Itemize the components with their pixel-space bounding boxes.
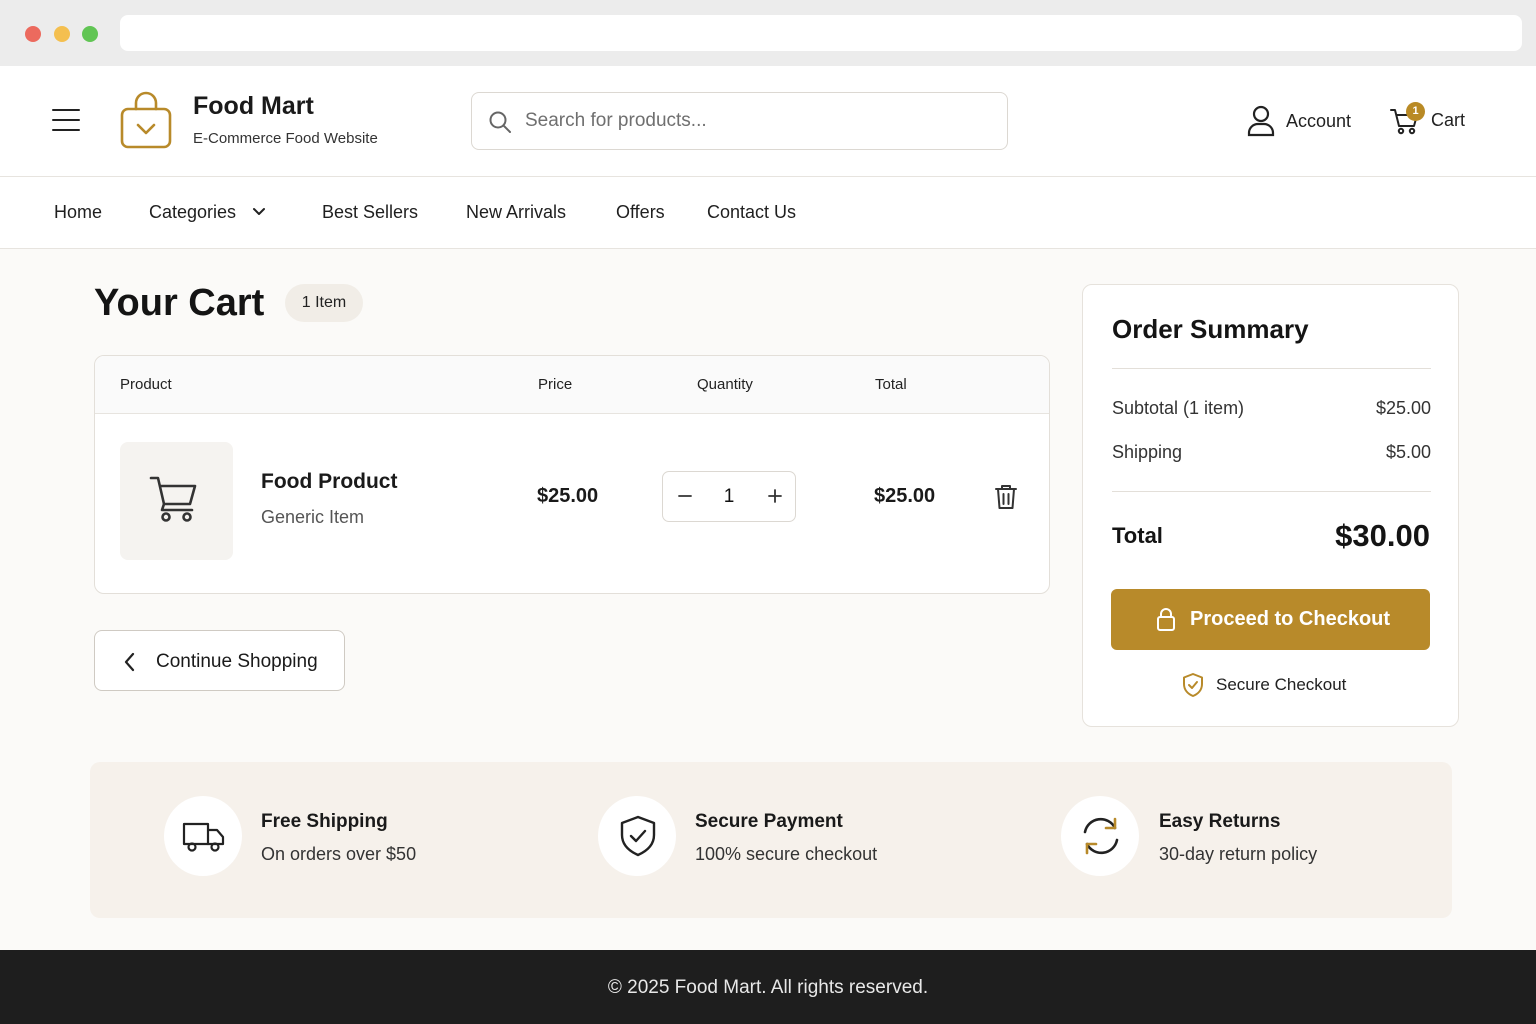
secure-checkout-note: Secure Checkout [1182,671,1346,699]
product-subtitle: Generic Item [261,507,365,527]
subtotal-label: Subtotal (1 item) [1112,398,1245,418]
user-icon [1247,105,1275,137]
checkout-label: Proceed to Checkout [1190,608,1391,630]
total-value: $30.00 [1335,518,1430,553]
feature-title: Free Shipping [261,811,388,832]
nav-item-categories[interactable]: Categories [149,202,236,223]
column-header-price: Price [538,376,573,393]
shopping-bag-logo-icon [120,91,172,149]
main-nav: Home Categories Best Sellers New Arrival… [0,177,1536,249]
site-header: Food Mart E-Commerce Food Website Accoun… [0,66,1536,177]
hamburger-menu-icon[interactable] [52,109,80,133]
column-header-total: Total [875,376,907,393]
cart-table: Product Price Quantity Total Food Produc… [94,355,1050,594]
subtotal-value: $25.00 [1375,398,1431,418]
quantity-stepper: 1 [662,471,796,522]
order-summary-title: Order Summary [1112,314,1309,344]
quantity-value[interactable]: 1 [703,472,755,521]
column-header-quantity: Quantity [697,376,753,393]
chevron-down-icon[interactable] [252,207,266,217]
feature-subtitle: On orders over $50 [261,844,417,864]
product-thumbnail[interactable] [120,442,233,560]
search-icon [489,111,511,133]
increase-quantity-button[interactable] [755,472,795,521]
page: Food Mart E-Commerce Food Website Accoun… [0,66,1536,950]
column-header-product: Product [120,376,172,393]
secure-checkout-label: Secure Checkout [1216,675,1347,694]
total-label: Total [1112,523,1163,548]
nav-item-best-sellers[interactable]: Best Sellers [322,202,418,223]
divider [1112,491,1431,492]
feature-icon-circle [164,796,242,876]
feature-subtitle: 100% secure checkout [695,844,878,864]
product-name[interactable]: Food Product [261,470,397,494]
brand-tagline: E-Commerce Food Website [193,130,378,147]
nav-item-new-arrivals[interactable]: New Arrivals [466,202,566,223]
chevron-left-icon [124,652,135,672]
window-close-button[interactable] [25,26,41,42]
row-total: $25.00 [874,485,936,507]
search-box[interactable] [471,92,1008,150]
feature-title: Secure Payment [695,811,843,832]
page-title: Your Cart [94,282,265,324]
plus-icon [768,489,782,503]
decrease-quantity-button[interactable] [665,472,705,521]
feature-subtitle: 30-day return policy [1159,844,1318,864]
item-count-badge: 1 Item [285,284,363,322]
proceed-to-checkout-button[interactable]: Proceed to Checkout [1111,589,1430,650]
cart-icon [149,476,197,522]
copyright-text: © 2025 Food Mart. All rights reserved. [607,977,929,998]
minus-icon [678,495,692,497]
search-input[interactable] [525,103,985,139]
cart-table-header: Product Price Quantity Total [95,356,1049,414]
nav-item-contact-us[interactable]: Contact Us [707,202,796,223]
features-strip: Free Shipping On orders over $50 Secure … [90,762,1452,918]
continue-shopping-button[interactable]: Continue Shopping [94,630,345,691]
site-footer: © 2025 Food Mart. All rights reserved. [0,950,1536,1024]
browser-chrome [0,0,1536,66]
feature-icon-circle [1061,796,1139,876]
trash-icon[interactable] [993,483,1019,511]
shield-check-icon [620,815,656,857]
window-minimize-button[interactable] [54,26,70,42]
continue-shopping-label: Continue Shopping [156,651,318,672]
order-summary-card: Order Summary Subtotal (1 item) $25.00 S… [1082,284,1459,727]
account-link[interactable]: Account [1246,104,1351,138]
feature-icon-circle [598,796,676,876]
divider [1112,368,1431,369]
brand-name[interactable]: Food Mart [193,92,314,121]
cart-label: Cart [1431,109,1466,130]
shipping-label: Shipping [1112,442,1183,462]
address-bar[interactable] [120,15,1522,51]
lock-icon [1157,608,1175,631]
cart-link[interactable]: 1 Cart [1390,102,1465,138]
product-price: $25.00 [537,485,599,507]
subtotal-row: Subtotal (1 item) $25.00 [1112,398,1431,419]
cart-count-badge: 1 [1406,102,1425,121]
nav-item-offers[interactable]: Offers [616,202,665,223]
shield-check-icon [1183,673,1203,697]
nav-item-home[interactable]: Home [54,202,102,223]
refresh-icon [1083,817,1119,855]
truck-icon [182,822,225,852]
shipping-value: $5.00 [1385,442,1431,462]
shipping-row: Shipping $5.00 [1112,442,1431,463]
window-maximize-button[interactable] [82,26,98,42]
feature-title: Easy Returns [1159,811,1281,832]
account-label: Account [1286,110,1352,131]
